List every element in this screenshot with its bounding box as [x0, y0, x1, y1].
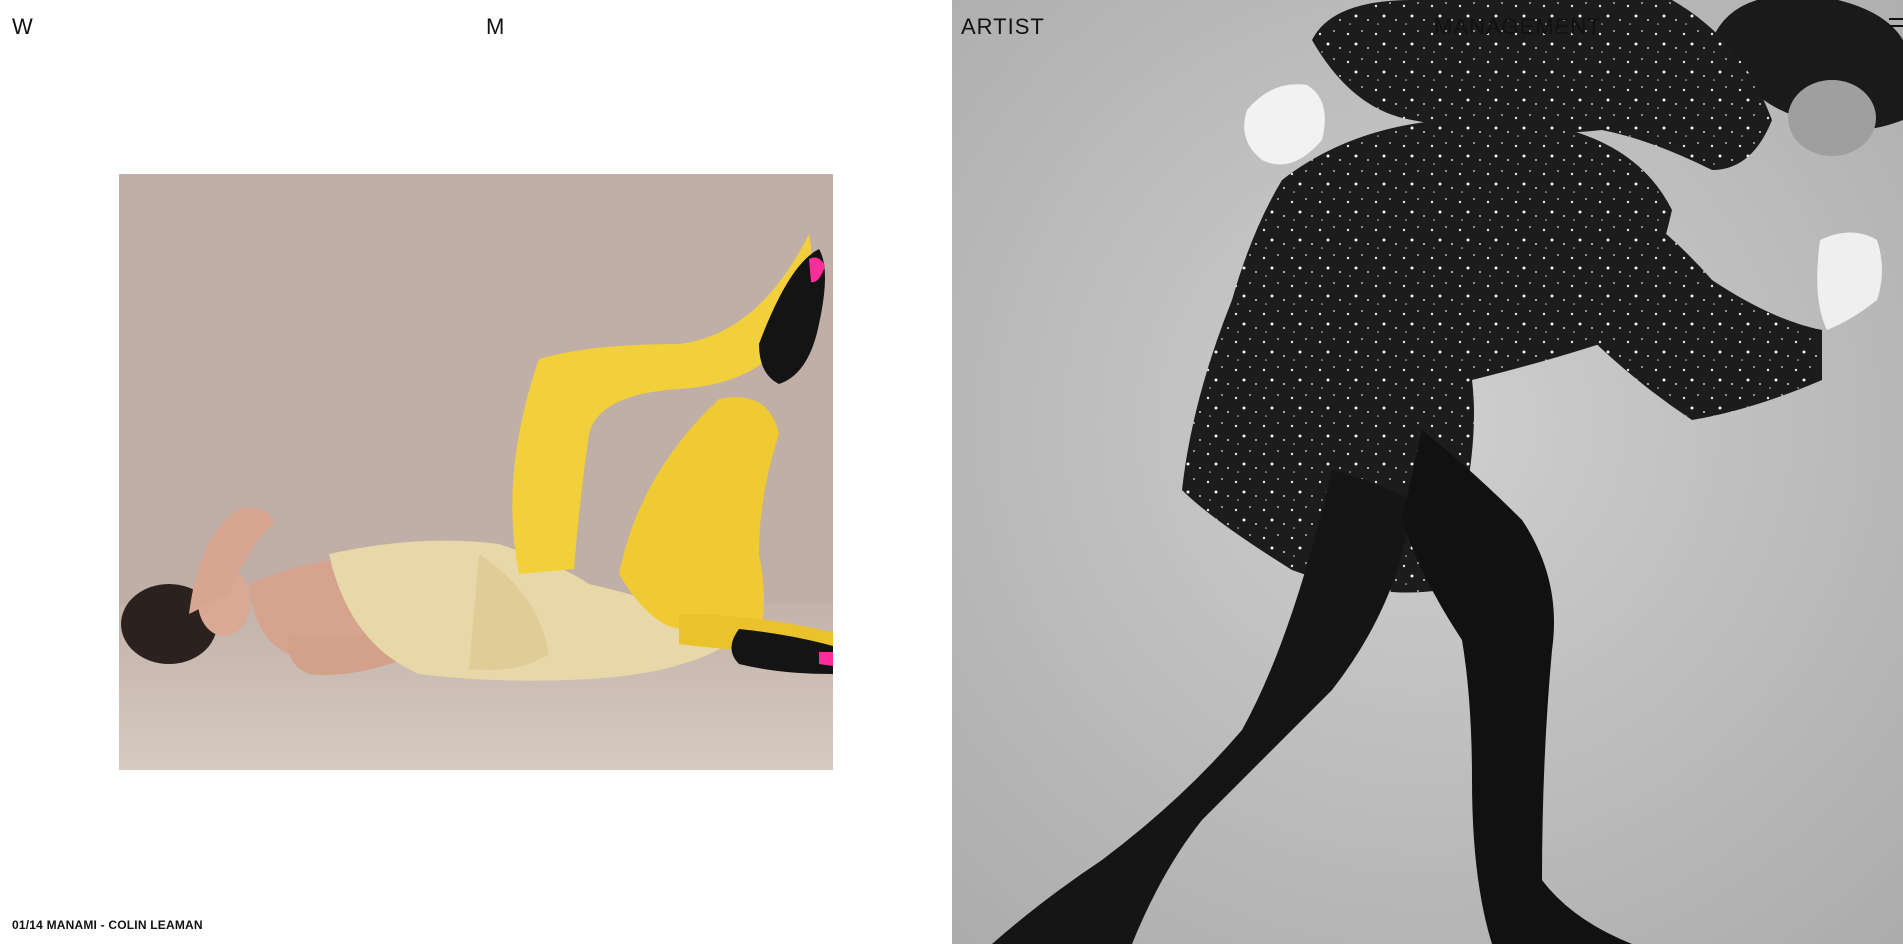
photo-illustration [119, 174, 833, 770]
hamburger-menu-icon[interactable] [1889, 18, 1903, 34]
brand-letter-m[interactable]: M [486, 14, 505, 40]
bw-photo-illustration [952, 0, 1903, 944]
brand-word-artist[interactable]: ARTIST [961, 14, 1045, 40]
left-panel [0, 0, 952, 944]
menu-line [1889, 25, 1903, 27]
featured-photo[interactable] [119, 174, 833, 770]
menu-line [1889, 18, 1903, 20]
brand-word-management[interactable]: MANAGEMENT [1434, 14, 1602, 40]
right-photo[interactable] [952, 0, 1903, 944]
slide-caption: 01/14 MANAMI - COLIN LEAMAN [12, 918, 203, 932]
brand-letter-w[interactable]: W [12, 14, 34, 40]
